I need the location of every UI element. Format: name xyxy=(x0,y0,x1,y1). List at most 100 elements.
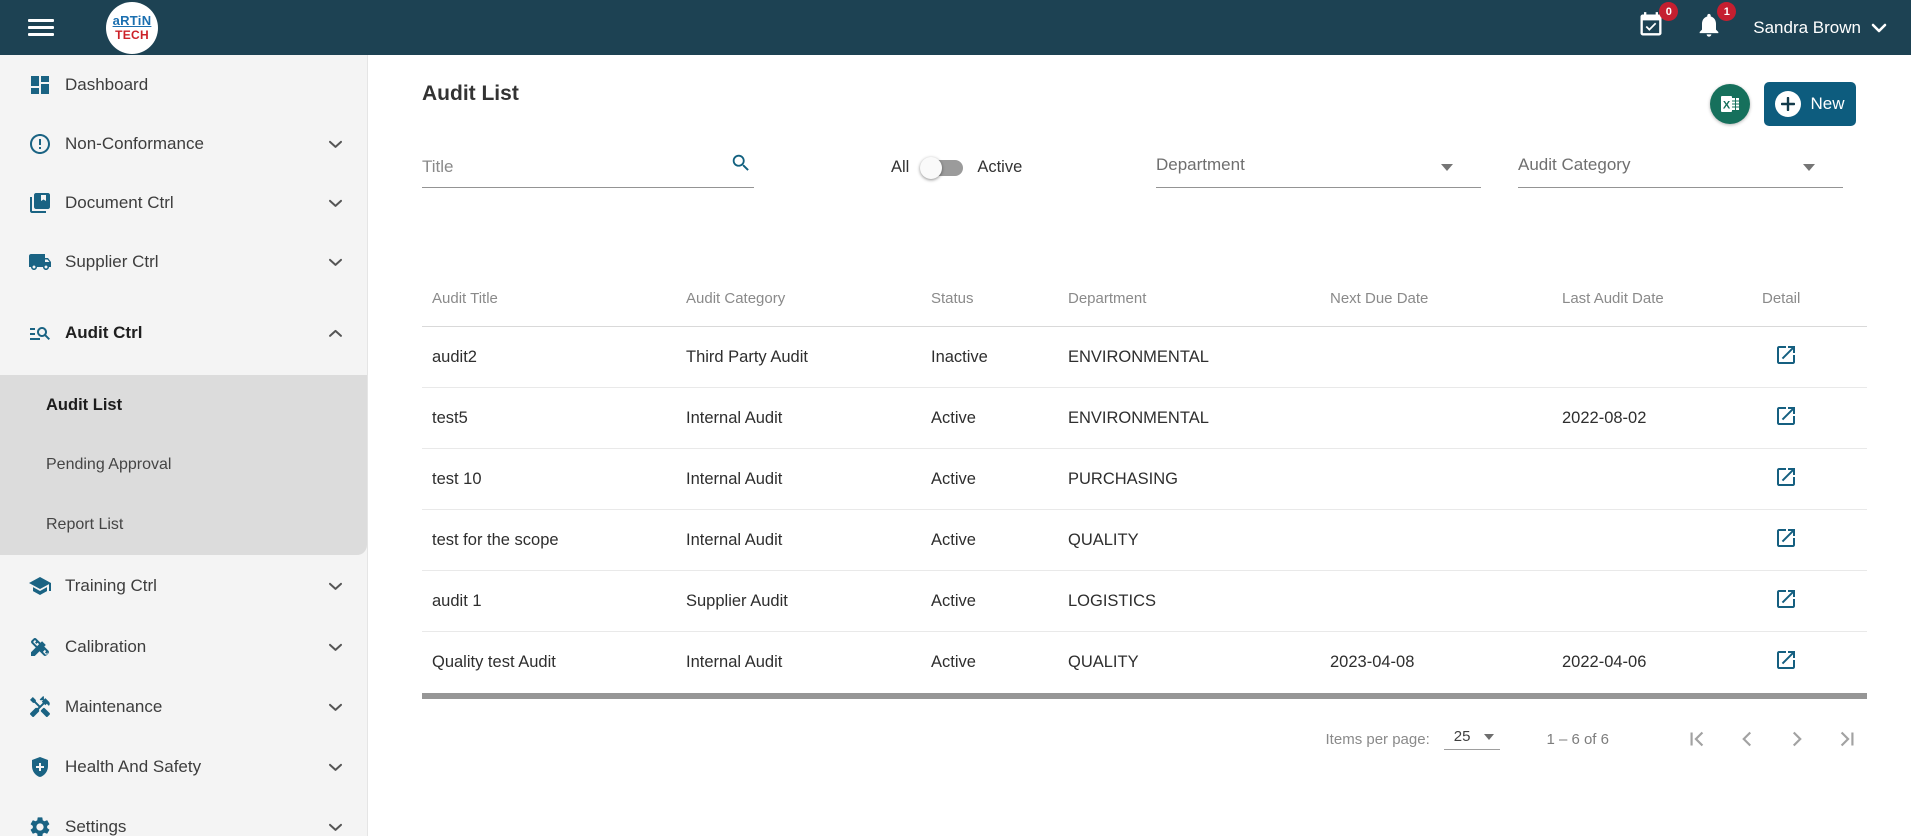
cell-department: QUALITY xyxy=(1068,653,1139,671)
cell-department: LOGISTICS xyxy=(1068,591,1157,610)
excel-icon: X xyxy=(1721,96,1739,112)
sidebar-item-settings[interactable]: Settings xyxy=(0,797,367,836)
cell-department: QUALITY xyxy=(1068,530,1139,549)
menu-hamburger-icon[interactable] xyxy=(28,15,54,40)
chevron-down-icon xyxy=(329,199,342,207)
sidebar-item-health-and-safety[interactable]: Health And Safety xyxy=(0,737,367,797)
previous-page-button[interactable] xyxy=(1727,719,1767,759)
open-detail-button[interactable] xyxy=(1774,587,1798,611)
audit-category-select[interactable]: Audit Category xyxy=(1518,140,1843,188)
cell-audit-category: Supplier Audit xyxy=(686,591,788,610)
calendar-button[interactable]: 0 xyxy=(1637,2,1679,44)
table-row: test5 Internal Audit Active ENVIRONMENTA… xyxy=(422,388,1867,449)
submenu-item-label: Report List xyxy=(46,516,124,533)
calendar-check-icon xyxy=(1637,12,1665,43)
logo-text-top: aRTiN xyxy=(112,13,152,28)
sidebar-item-label: Calibration xyxy=(65,637,147,656)
export-excel-button[interactable]: X xyxy=(1710,84,1750,124)
sidebar-item-maintenance[interactable]: Maintenance xyxy=(0,677,367,737)
toggle-thumb[interactable] xyxy=(920,156,943,179)
cell-status: Active xyxy=(931,408,976,427)
sidebar-item-non-conformance[interactable]: Non-Conformance xyxy=(0,114,367,173)
cell-audit-title: test 10 xyxy=(432,469,482,488)
chevron-left-icon xyxy=(1742,731,1752,747)
next-page-button[interactable] xyxy=(1777,719,1817,759)
chevron-down-icon xyxy=(329,582,342,590)
graduation-cap-icon xyxy=(29,577,51,595)
sidebar-item-training-ctrl[interactable]: Training Ctrl xyxy=(0,555,367,617)
notifications-button[interactable]: 1 xyxy=(1695,2,1737,44)
audit-category-select-label: Audit Category xyxy=(1518,155,1631,174)
shield-plus-icon xyxy=(32,757,48,777)
open-detail-button[interactable] xyxy=(1774,343,1798,367)
sidebar-item-audit-ctrl[interactable]: Audit Ctrl xyxy=(0,291,367,375)
items-per-page-select[interactable]: 25 xyxy=(1443,728,1501,750)
page-range-label: 1 – 6 of 6 xyxy=(1546,730,1609,748)
page-title: Audit List xyxy=(422,82,519,105)
open-in-new-icon xyxy=(1777,651,1795,669)
cell-audit-category: Internal Audit xyxy=(686,408,783,427)
sidebar-item-supplier-ctrl[interactable]: Supplier Ctrl xyxy=(0,232,367,291)
sidebar-item-label: Training Ctrl xyxy=(65,576,157,595)
search-icon[interactable] xyxy=(730,152,752,179)
column-header-status: Status xyxy=(931,289,974,307)
title-search-input[interactable] xyxy=(422,157,712,187)
active-toggle-switch[interactable] xyxy=(920,156,964,179)
gear-icon xyxy=(30,817,50,836)
cell-status: Active xyxy=(931,530,976,549)
table-row: test 10 Internal Audit Active PURCHASING xyxy=(422,449,1867,510)
cell-next-due-date: 2023-04-08 xyxy=(1330,653,1415,671)
items-per-page-label: Items per page: xyxy=(1325,730,1430,748)
open-detail-button[interactable] xyxy=(1774,648,1798,672)
cell-audit-title: audit 1 xyxy=(432,591,482,610)
user-name: Sandra Brown xyxy=(1753,17,1861,37)
sidebar-subitem-audit-list[interactable]: Audit List xyxy=(0,375,367,435)
column-header-detail: Detail xyxy=(1762,289,1801,307)
company-logo: aRTiN TECH xyxy=(106,1,158,54)
main-content: Audit List X New All Active Department A xyxy=(369,55,1911,836)
new-audit-button[interactable]: New xyxy=(1764,82,1856,126)
last-page-icon xyxy=(1840,731,1854,747)
sidebar-item-label: Document Ctrl xyxy=(65,192,174,212)
sidebar-subitem-report-list[interactable]: Report List xyxy=(0,495,367,555)
cell-audit-title: test for the scope xyxy=(432,530,559,549)
department-select-label: Department xyxy=(1156,155,1245,174)
svg-text:X: X xyxy=(1723,100,1731,112)
sidebar-item-calibration[interactable]: Calibration xyxy=(0,617,367,677)
user-menu[interactable]: Sandra Brown xyxy=(1753,18,1887,38)
cell-status: Active xyxy=(931,469,976,488)
book-icon xyxy=(30,192,50,213)
plus-icon xyxy=(1775,91,1802,117)
department-select[interactable]: Department xyxy=(1156,140,1481,188)
open-detail-button[interactable] xyxy=(1774,526,1798,550)
sidebar-nav: Dashboard Non-Conformance Document Ctrl … xyxy=(0,55,368,836)
open-in-new-icon xyxy=(1777,589,1795,608)
dropdown-arrow-icon xyxy=(1803,164,1815,171)
first-page-button[interactable] xyxy=(1677,719,1717,759)
chevron-down-icon xyxy=(329,763,342,771)
horizontal-scrollbar[interactable] xyxy=(422,693,1867,699)
open-in-new-icon xyxy=(1777,345,1795,364)
sidebar-subitem-pending-approval[interactable]: Pending Approval xyxy=(0,435,367,495)
sidebar-item-document-ctrl[interactable]: Document Ctrl xyxy=(0,173,367,232)
calendar-badge: 0 xyxy=(1659,2,1679,21)
open-detail-button[interactable] xyxy=(1774,465,1798,489)
table-row: test for the scope Internal Audit Active… xyxy=(422,510,1867,571)
cell-department: ENVIRONMENTAL xyxy=(1068,408,1209,427)
calibration-tools-icon xyxy=(31,638,49,656)
alert-circle-icon xyxy=(30,133,50,154)
sidebar-item-label: Settings xyxy=(65,817,127,836)
submenu-item-label: Pending Approval xyxy=(46,456,172,473)
open-in-new-icon xyxy=(1777,528,1795,547)
last-page-button[interactable] xyxy=(1827,719,1867,759)
dropdown-arrow-icon xyxy=(1484,733,1495,740)
items-per-page-value: 25 xyxy=(1453,728,1471,745)
cell-status: Active xyxy=(931,591,976,610)
column-header-audit-category: Audit Category xyxy=(686,289,786,307)
cell-audit-category: Third Party Audit xyxy=(686,347,808,366)
sidebar-item-dashboard[interactable]: Dashboard xyxy=(0,55,367,114)
sidebar-item-label: Health And Safety xyxy=(65,757,202,776)
open-detail-button[interactable] xyxy=(1774,404,1798,428)
new-button-label: New xyxy=(1810,94,1845,113)
cell-status: Active xyxy=(931,653,976,671)
